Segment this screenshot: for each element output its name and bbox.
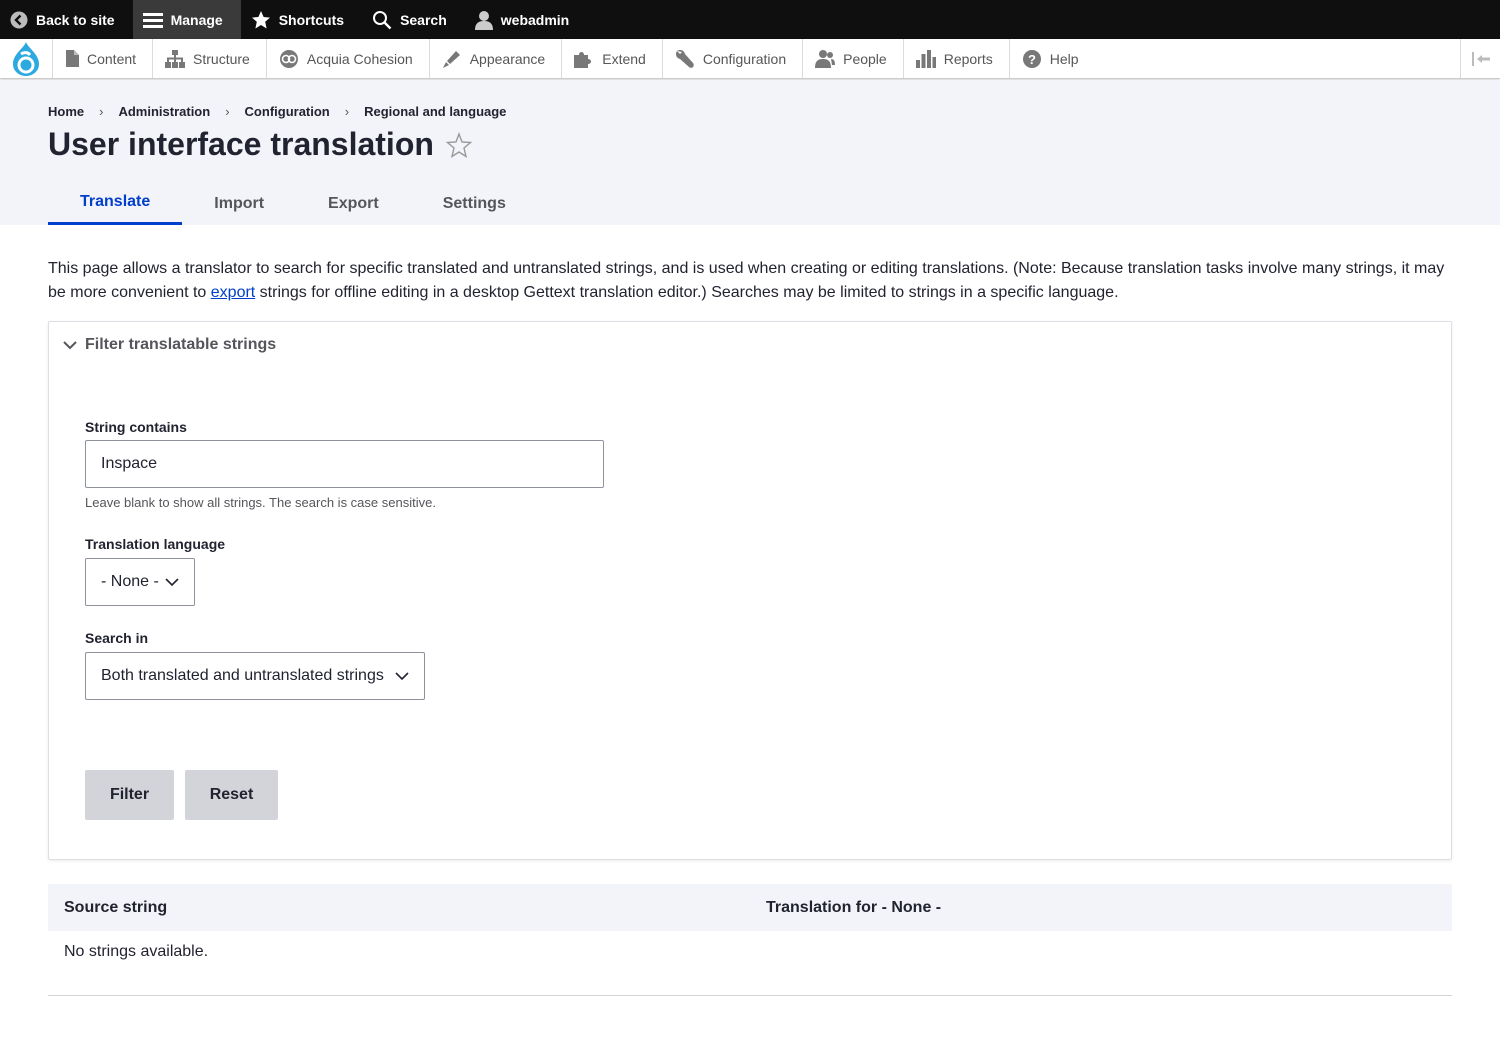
filter-button[interactable]: Filter	[85, 770, 174, 820]
tray-item-label: Content	[87, 50, 137, 67]
bar-chart-icon	[915, 49, 936, 68]
search-icon	[373, 10, 392, 29]
translation-language-value: - None -	[101, 573, 159, 590]
tray-item-people[interactable]: People	[802, 39, 903, 78]
back-arrow-icon	[10, 11, 28, 28]
translation-language-label: Translation language	[85, 536, 226, 552]
table-empty-message: No strings available.	[64, 943, 209, 960]
tray-item-label: Reports	[943, 50, 993, 67]
tab-settings[interactable]: Settings	[411, 182, 538, 225]
tray-item-reports[interactable]: Reports	[902, 39, 1009, 78]
admin-toolbar: Back to site Manage Shortcuts Search web…	[0, 0, 1500, 39]
back-to-site-link[interactable]: Back to site	[0, 0, 133, 39]
tray-item-help[interactable]: ? Help	[1008, 39, 1095, 78]
chevron-down-icon	[395, 671, 409, 680]
breadcrumb-separator: ›	[225, 104, 230, 119]
file-icon	[66, 50, 79, 67]
drupal-drop-icon	[13, 41, 39, 76]
filter-summary[interactable]: Filter translatable strings	[63, 336, 276, 354]
breadcrumb: Home › Administration › Configuration › …	[48, 104, 506, 119]
user-label: webadmin	[500, 11, 570, 28]
description-text-2: strings for offline editing in a desktop…	[255, 284, 1119, 301]
people-icon	[815, 49, 836, 68]
page-title: User interface translation	[48, 126, 472, 163]
string-contains-input[interactable]	[85, 440, 604, 488]
filter-details: Filter translatable strings String conta…	[48, 321, 1452, 860]
drupal-logo[interactable]	[0, 39, 52, 78]
tray-item-label: Extend	[602, 50, 646, 67]
shortcuts-label: Shortcuts	[278, 11, 345, 28]
search-in-select[interactable]: Both translated and untranslated strings	[85, 652, 425, 700]
user-tab[interactable]: webadmin	[465, 0, 587, 39]
breadcrumb-home[interactable]: Home	[48, 104, 84, 119]
hamburger-icon	[142, 12, 163, 28]
reset-button[interactable]: Reset	[185, 770, 278, 820]
tab-translate[interactable]: Translate	[48, 182, 183, 225]
tab-import[interactable]: Import	[182, 182, 296, 225]
user-icon	[474, 10, 493, 30]
tray-orientation-toggle[interactable]	[1460, 39, 1500, 78]
tray-item-label: Help	[1049, 50, 1079, 67]
admin-tray: Content Structure Acquia Cohesion Appear…	[0, 39, 1500, 79]
tray-item-extend[interactable]: Extend	[561, 39, 662, 78]
breadcrumb-administration[interactable]: Administration	[118, 104, 210, 119]
string-contains-label: String contains	[85, 419, 187, 435]
breadcrumb-configuration[interactable]: Configuration	[245, 104, 330, 119]
tray-item-label: Configuration	[702, 50, 787, 67]
page-description: This page allows a translator to search …	[48, 257, 1458, 305]
page-header: Home › Administration › Configuration › …	[0, 80, 1500, 225]
export-link[interactable]: export	[211, 284, 255, 301]
puzzle-icon	[574, 51, 592, 68]
collapse-left-icon	[1471, 51, 1490, 66]
tray-item-configuration[interactable]: Configuration	[661, 39, 802, 78]
tray-item-label: Structure	[193, 50, 250, 67]
breadcrumb-regional-language[interactable]: Regional and language	[364, 104, 506, 119]
breadcrumb-separator: ›	[99, 104, 104, 119]
tray-item-acquia-cohesion[interactable]: Acquia Cohesion	[265, 39, 429, 78]
shortcuts-tab[interactable]: Shortcuts	[241, 0, 362, 39]
search-in-value: Both translated and untranslated strings	[101, 667, 384, 684]
tray-item-appearance[interactable]: Appearance	[428, 39, 562, 78]
chevron-down-icon	[165, 577, 179, 586]
translation-language-select[interactable]: - None -	[85, 558, 195, 606]
wrench-icon	[675, 49, 694, 68]
tray-item-content[interactable]: Content	[52, 39, 152, 78]
sitemap-icon	[165, 49, 186, 68]
primary-tabs: Translate Import Export Settings	[48, 182, 538, 225]
paintbrush-icon	[442, 50, 460, 68]
star-icon	[251, 10, 270, 28]
string-contains-help: Leave blank to show all strings. The sea…	[85, 495, 436, 510]
tray-item-label: People	[843, 50, 887, 67]
cohesion-icon	[279, 49, 298, 68]
breadcrumb-separator: ›	[344, 104, 350, 119]
back-to-site-label: Back to site	[36, 11, 115, 28]
svg-text:?: ?	[1028, 52, 1036, 67]
page-title-text: User interface translation	[48, 126, 434, 162]
table-bottom-divider	[48, 995, 1452, 996]
column-source-string: Source string	[64, 899, 168, 916]
column-translation: Translation for - None -	[766, 899, 942, 916]
tray-item-structure[interactable]: Structure	[152, 39, 266, 78]
chevron-down-icon	[63, 341, 77, 350]
tray-item-label: Acquia Cohesion	[306, 50, 413, 67]
table-header: Source string Translation for - None -	[48, 884, 1452, 931]
filter-summary-label: Filter translatable strings	[85, 336, 277, 353]
tray-item-label: Appearance	[469, 50, 546, 67]
manage-tab[interactable]: Manage	[132, 0, 241, 39]
search-in-label: Search in	[85, 630, 149, 646]
manage-label: Manage	[170, 11, 223, 28]
search-label: Search	[400, 11, 447, 28]
help-icon: ?	[1022, 49, 1041, 68]
star-outline-icon[interactable]	[445, 131, 472, 158]
search-tab[interactable]: Search	[362, 0, 465, 39]
tab-export[interactable]: Export	[296, 182, 411, 225]
